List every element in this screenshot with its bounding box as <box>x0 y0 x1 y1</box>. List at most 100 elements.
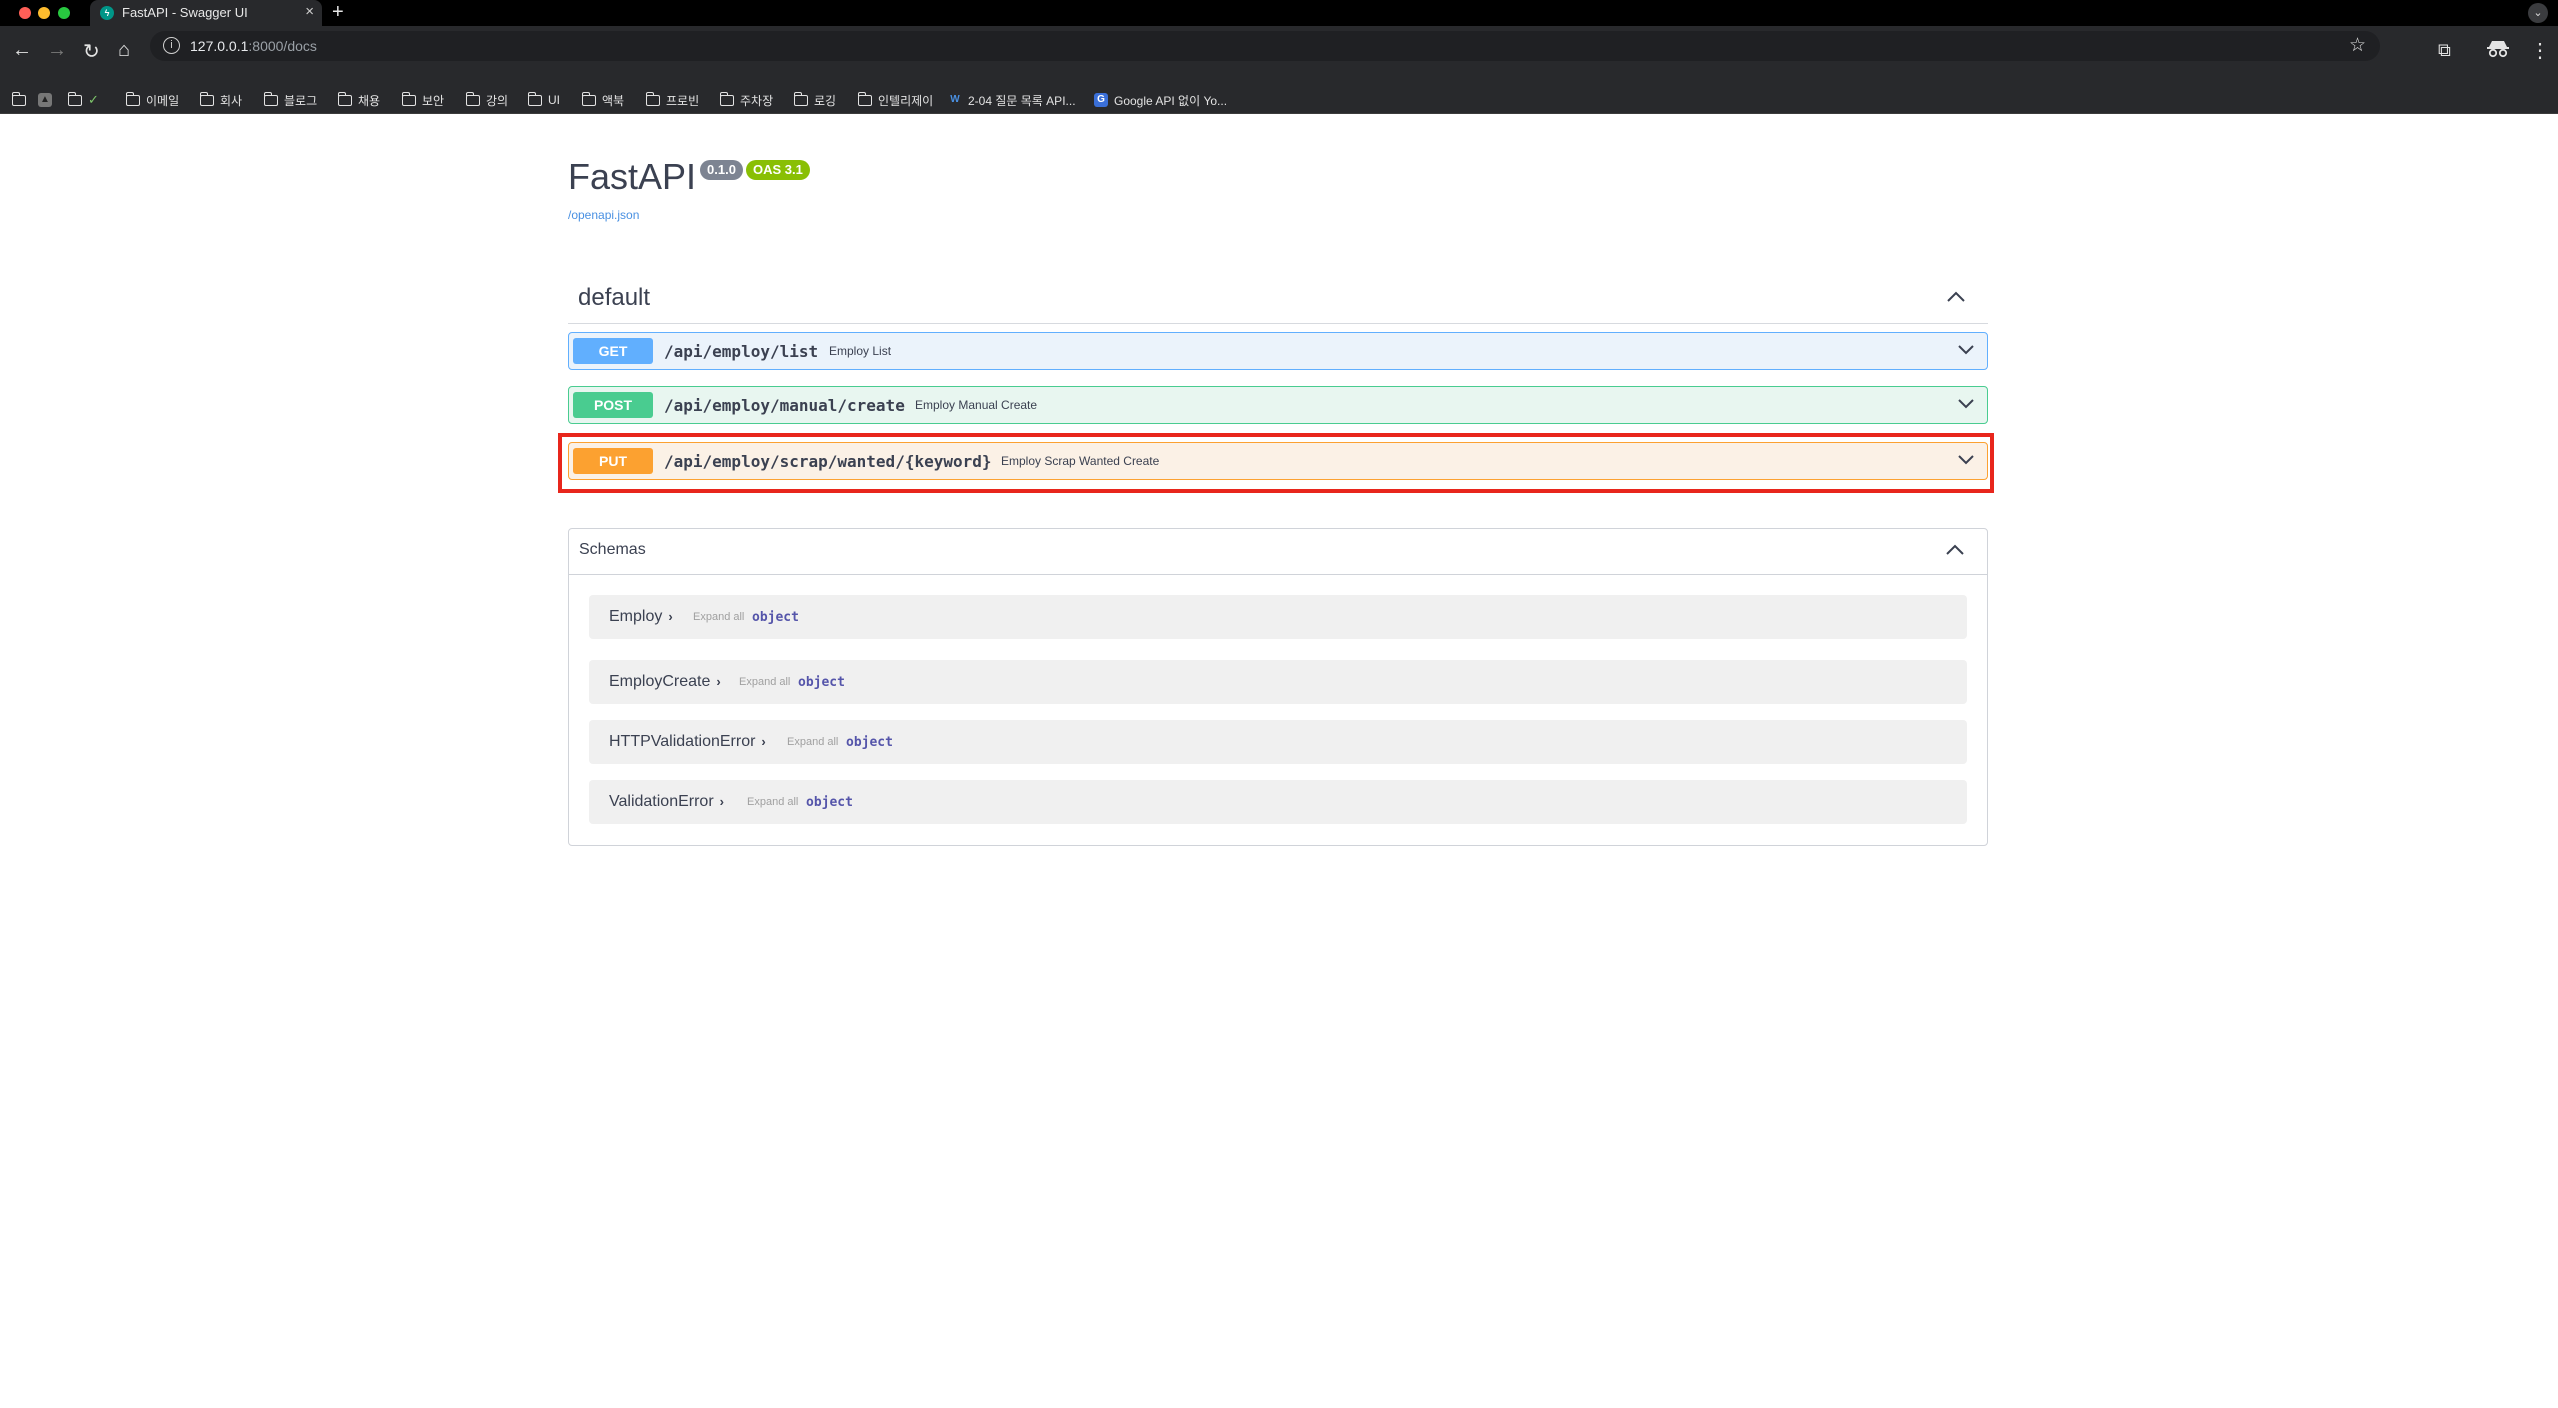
bookmark-folder[interactable]: 액북 <box>581 91 624 109</box>
browser-tab[interactable]: ϟ FastAPI - Swagger UI × <box>90 0 322 26</box>
bookmark-link[interactable]: G Google API 없이 Yo... <box>1094 91 1227 109</box>
operation-summary: Employ List <box>829 344 892 358</box>
reload-icon[interactable]: ↻ <box>83 39 100 64</box>
google-icon: G <box>1094 93 1108 107</box>
incognito-profile-icon[interactable] <box>2486 38 2510 60</box>
model-name[interactable]: HTTPValidationError › <box>609 733 766 751</box>
chevron-up-icon[interactable] <box>1946 290 1966 308</box>
url-port-path: :8000/docs <box>248 38 317 54</box>
bookmark-label: 2-04 질문 목록 API... <box>968 93 1076 108</box>
bookmark-folder[interactable] <box>11 91 32 109</box>
site-info-icon[interactable]: i <box>163 37 180 54</box>
window-minimize-button[interactable] <box>38 7 50 19</box>
bookmark-label: 회사 <box>220 93 243 108</box>
api-info: FastAPI 0.1.0 OAS 3.1 <box>568 156 810 198</box>
home-icon[interactable]: ⌂ <box>118 39 130 62</box>
apps-icon: ▲ <box>38 93 52 107</box>
expand-all-button[interactable]: Expand all <box>693 611 744 623</box>
bookmark-label: UI <box>548 93 560 107</box>
extensions-icon[interactable]: ⧉ <box>2438 40 2451 61</box>
bookmark-folder[interactable]: ✓ <box>67 91 99 109</box>
bookmarks-bar: ▲ ✓ 이메일 회사 블로그 채용 보안 강의 UI 액북 프로빈 주차장 로깅… <box>0 84 2558 114</box>
bookmark-folder[interactable]: 보안 <box>401 91 445 109</box>
folder-icon <box>527 91 542 106</box>
operation-post-employ-manual-create[interactable]: POST /api/employ/manual/create Employ Ma… <box>568 386 1988 424</box>
model-name[interactable]: ValidationError › <box>609 793 724 811</box>
new-tab-icon[interactable]: + <box>332 1 344 24</box>
window-zoom-button[interactable] <box>58 7 70 19</box>
fastapi-favicon-icon: ϟ <box>100 6 114 20</box>
schema-model[interactable]: Employ › Expand all object <box>589 595 1967 639</box>
model-name-text: HTTPValidationError <box>609 733 756 750</box>
window-close-button[interactable] <box>19 7 31 19</box>
bookmark-folder[interactable]: 프로빈 <box>645 91 700 109</box>
bookmark-label: 주차장 <box>740 93 774 108</box>
bookmark-star-icon[interactable]: ☆ <box>2349 34 2366 57</box>
openapi-json-link[interactable]: /openapi.json <box>568 208 639 222</box>
schema-model[interactable]: ValidationError › Expand all object <box>589 780 1967 824</box>
expand-all-button[interactable]: Expand all <box>787 736 838 748</box>
model-name[interactable]: Employ › <box>609 608 673 626</box>
folder-icon <box>793 91 808 106</box>
bookmark-label: Google API 없이 Yo... <box>1114 93 1228 108</box>
model-name[interactable]: EmployCreate › <box>609 673 721 691</box>
bookmark-folder[interactable]: 채용 <box>337 91 380 109</box>
back-arrow-icon[interactable]: ← <box>12 39 32 62</box>
bookmark-label: 블로그 <box>284 93 318 108</box>
chevron-down-icon[interactable] <box>1957 343 1975 361</box>
bookmark-folder[interactable]: 이메일 <box>125 91 180 109</box>
model-type: object <box>846 735 893 750</box>
bookmark-label: 프로빈 <box>666 93 700 108</box>
folder-icon <box>125 91 140 106</box>
bookmark-label: 보안 <box>422 93 445 108</box>
bookmark-apps[interactable]: ▲ <box>38 91 58 109</box>
folder-icon <box>857 91 872 106</box>
chevron-right-icon: › <box>719 794 724 809</box>
bookmark-folder[interactable]: UI <box>527 91 560 109</box>
forward-arrow-icon[interactable]: → <box>47 39 67 62</box>
tag-header[interactable]: default <box>568 276 1988 324</box>
api-title: FastAPI <box>568 156 697 197</box>
bookmark-folder[interactable]: 주차장 <box>719 91 774 109</box>
chevron-up-icon[interactable] <box>1945 543 1965 561</box>
folder-icon <box>337 91 352 106</box>
operation-path: /api/employ/manual/create <box>664 396 905 415</box>
browser-menu-icon[interactable]: ⋮ <box>2530 38 2550 63</box>
chevron-down-icon[interactable] <box>1957 397 1975 415</box>
bookmark-folder[interactable]: 인텔리제이 <box>857 91 933 109</box>
expand-all-button[interactable]: Expand all <box>747 796 798 808</box>
bookmark-folder[interactable]: 회사 <box>199 91 243 109</box>
folder-icon <box>67 91 82 106</box>
method-badge: POST <box>573 392 653 418</box>
url-text[interactable]: 127.0.0.1:8000/docs <box>190 38 317 54</box>
wikidocs-icon: W <box>950 94 960 105</box>
operation-summary: Employ Manual Create <box>915 398 1038 412</box>
chevron-right-icon: › <box>668 609 673 624</box>
folder-icon <box>11 91 26 106</box>
swagger-page: FastAPI 0.1.0 OAS 3.1 /openapi.json defaul… <box>0 114 2558 1408</box>
model-type: object <box>798 675 845 690</box>
folder-icon <box>581 91 596 106</box>
model-type: object <box>752 610 799 625</box>
operation-get-employ-list[interactable]: GET /api/employ/list Employ List <box>568 332 1988 370</box>
schema-model[interactable]: EmployCreate › Expand all object <box>589 660 1967 704</box>
bookmark-folder[interactable]: 로깅 <box>793 91 836 109</box>
expand-all-button[interactable]: Expand all <box>739 676 790 688</box>
bookmark-label: 강의 <box>486 93 509 108</box>
bookmark-label: 이메일 <box>146 93 180 108</box>
url-host: 127.0.0.1 <box>190 38 249 54</box>
address-bar[interactable]: i 127.0.0.1:8000/docs ☆ <box>150 31 2380 61</box>
schema-model[interactable]: HTTPValidationError › Expand all object <box>589 720 1967 764</box>
folder-icon <box>401 91 416 106</box>
bookmark-link[interactable]: W 2-04 질문 목록 API... <box>948 91 1076 109</box>
schemas-title: Schemas <box>579 541 646 558</box>
schemas-header[interactable]: Schemas <box>569 529 1987 575</box>
bookmark-folder[interactable]: 블로그 <box>263 91 318 109</box>
version-badge: 0.1.0 <box>700 160 743 180</box>
chevron-right-icon: › <box>716 674 721 689</box>
model-type: object <box>806 795 853 810</box>
bookmark-folder[interactable]: 강의 <box>465 91 509 109</box>
tab-search-icon[interactable]: ⌄ <box>2528 3 2548 23</box>
tab-close-icon[interactable]: × <box>305 3 314 20</box>
method-badge: GET <box>573 338 653 364</box>
